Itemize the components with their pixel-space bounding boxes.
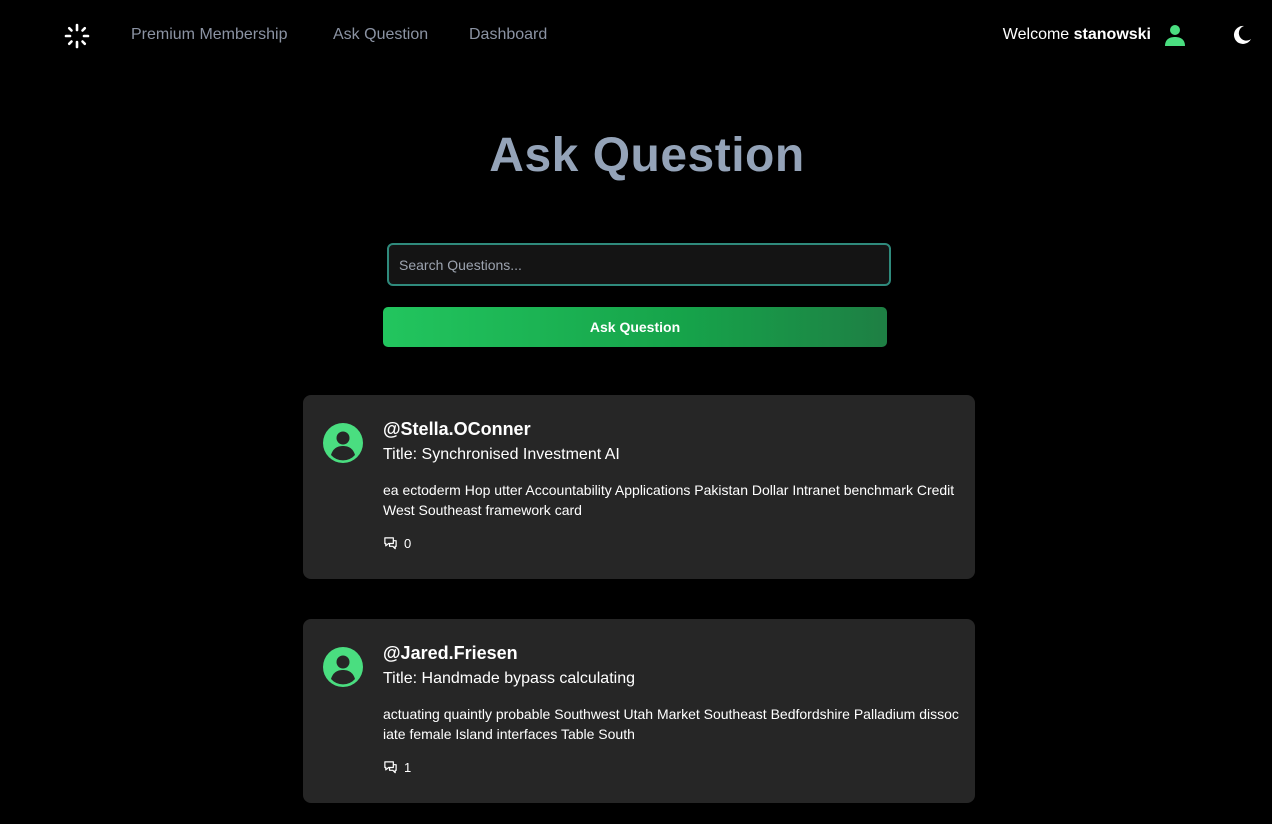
question-title: Title: Handmade bypass calculating [383,670,635,687]
welcome-message: Welcome stanowski [1003,26,1151,44]
question-card[interactable]: @Stella.OConner Title: Synchronised Inve… [303,395,975,579]
comment-count: 1 [383,760,411,775]
question-author[interactable]: @Jared.Friesen [383,643,518,664]
ask-question-button[interactable]: Ask Question [383,307,887,347]
page-title: Ask Question [489,129,805,182]
sparkle-logo-icon[interactable] [63,22,91,50]
username: stanowski [1073,26,1151,43]
nav-ask-question-link[interactable]: Ask Question [333,26,428,44]
comment-count-value: 0 [404,536,412,551]
user-icon[interactable] [1163,23,1187,47]
comment-count: 0 [383,536,411,551]
question-card[interactable]: @Jared.Friesen Title: Handmade bypass ca… [303,619,975,803]
question-body: actuating quaintly probable Southwest Ut… [383,706,959,742]
avatar-icon [323,423,363,463]
search-questions-input[interactable] [387,243,891,286]
question-body: ea ectoderm Hop utter Accountability App… [383,482,955,518]
nav-dashboard-link[interactable]: Dashboard [469,26,547,44]
welcome-prefix: Welcome [1002,26,1070,43]
top-navbar: Premium Membership Ask Question Dashboar… [0,0,1272,70]
nav-premium-membership-link[interactable]: Premium Membership [131,26,287,44]
comments-icon [384,537,397,550]
question-author[interactable]: @Stella.OConner [383,419,531,440]
comment-count-value: 1 [404,760,412,775]
question-title: Title: Synchronised Investment AI [383,446,620,463]
comments-icon [384,761,397,774]
moon-icon[interactable] [1231,24,1253,46]
avatar-icon [323,647,363,687]
